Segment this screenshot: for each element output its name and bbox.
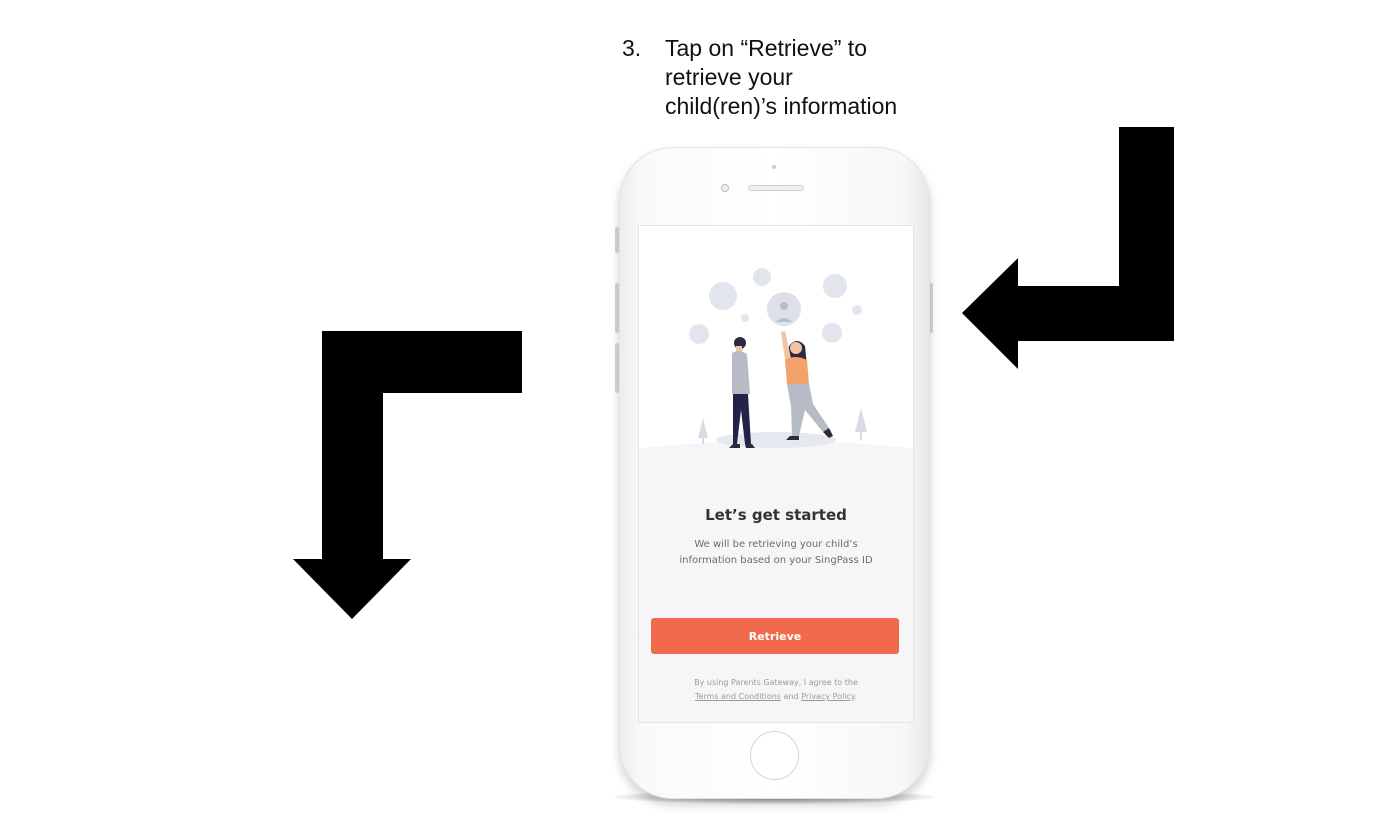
terms-line-2: Terms and Conditions and Privacy Policy. (659, 690, 893, 704)
description-line-1: We will be retrieving your child’s (694, 539, 858, 550)
phone-speaker (748, 185, 804, 191)
terms-notice: By using Parents Gateway, I agree to the… (659, 676, 893, 704)
instruction-line-3: child(ren)’s information (665, 93, 898, 119)
people-illustration (639, 268, 913, 486)
description-text: We will be retrieving your child’s infor… (666, 537, 886, 569)
page-title: Let’s get started (705, 506, 847, 524)
phone-mockup: Let’s get started We will be retrieving … (619, 147, 930, 799)
phone-camera (721, 184, 729, 192)
instruction-number: 3. (622, 35, 642, 61)
terms-and-conditions-link[interactable]: Terms and Conditions (695, 692, 781, 701)
instruction-line-2: retrieve your (665, 64, 793, 90)
instruction-text: Tap on “Retrieve” to retrieve your child… (665, 34, 935, 121)
phone-screen: Let’s get started We will be retrieving … (638, 225, 914, 723)
terms-line-1: By using Parents Gateway, I agree to the (694, 678, 858, 687)
instruction-line-1: Tap on “Retrieve” to (665, 35, 867, 61)
phone-home-button[interactable] (750, 731, 799, 780)
description-line-2: information based on your SingPass ID (679, 555, 873, 566)
terms-and-text: and (783, 692, 799, 701)
phone-sensor (772, 165, 776, 169)
privacy-policy-link[interactable]: Privacy Policy (801, 692, 854, 701)
terms-period: . (854, 692, 858, 701)
retrieve-button[interactable]: Retrieve (651, 618, 899, 654)
